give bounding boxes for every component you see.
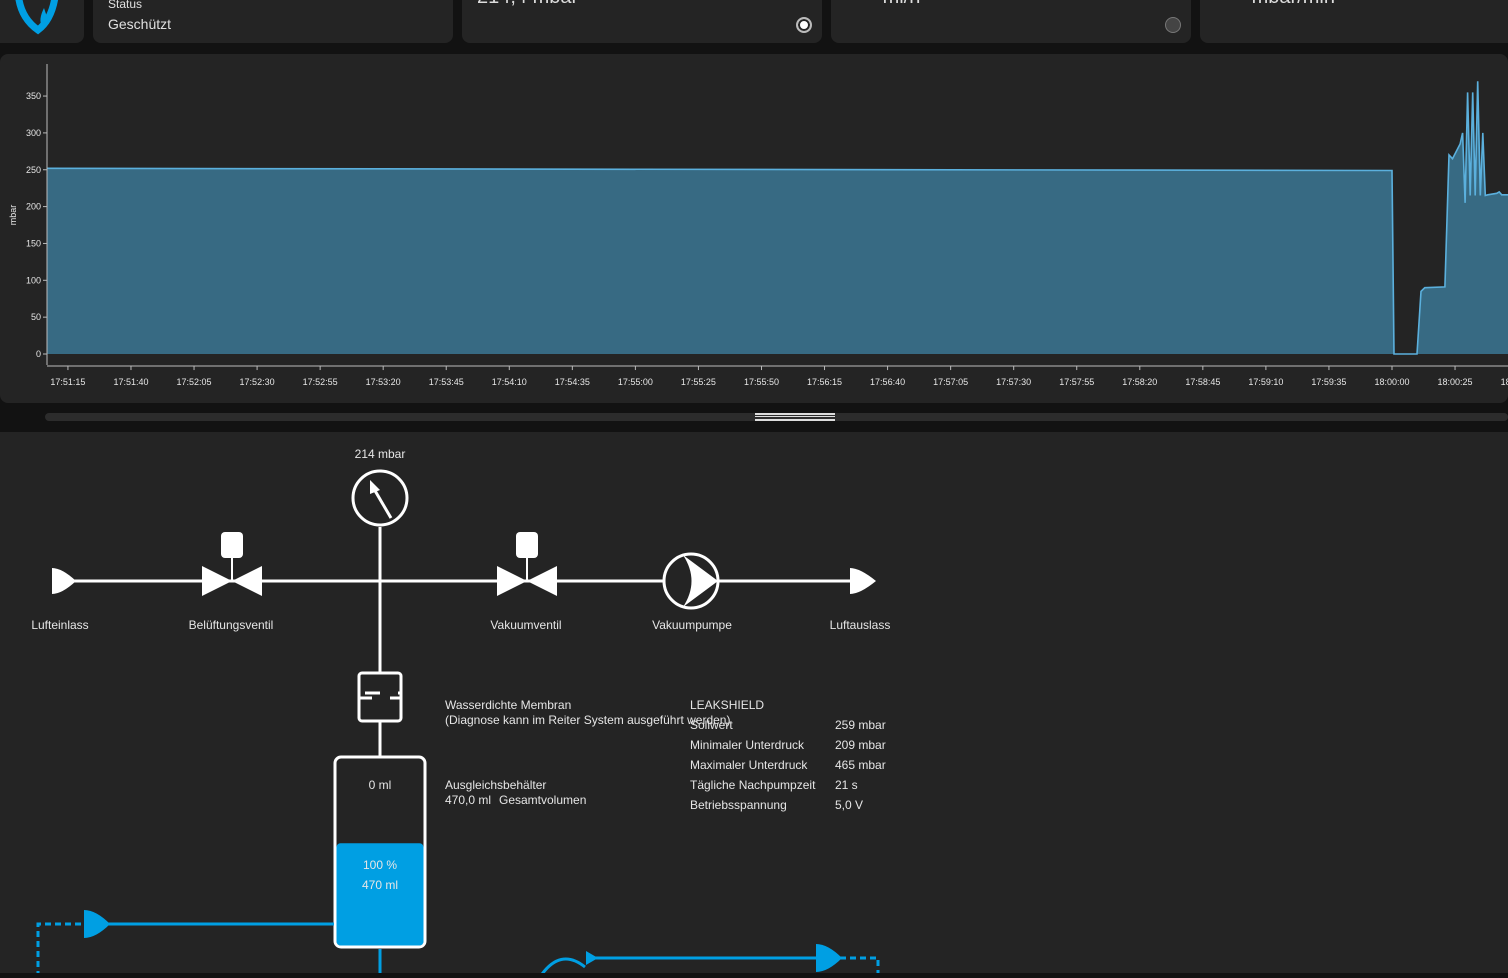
info-row: Betriebsspannung 5,0 V (690, 798, 863, 812)
flow-direction-icon (586, 951, 598, 965)
tank-title: Ausgleichsbehälter (445, 778, 546, 792)
y-tick-label: 0 (36, 349, 41, 359)
y-tick-label: 100 (26, 275, 41, 285)
vent-valve-icon[interactable] (202, 532, 262, 596)
inlet-label: Lufteinlass (31, 618, 88, 632)
inlet-arrow-icon (52, 568, 76, 594)
x-tick-label: 17:56:40 (870, 377, 905, 387)
x-tick-label: 17:53:45 (429, 377, 464, 387)
flow-card[interactable]: - - - ml/h (831, 0, 1191, 43)
x-tick-label: 17:51:40 (113, 377, 148, 387)
tank-empty: 0 ml (369, 778, 392, 792)
vent-valve-label: Belüftungsventil (189, 618, 274, 632)
water-inlet-arrow-icon (84, 910, 110, 938)
x-tick-label: 17:53:20 (366, 377, 401, 387)
x-tick-label: 17:58:45 (1185, 377, 1220, 387)
scrollbar-thumb[interactable] (755, 413, 835, 421)
rate-card[interactable]: - - - mbar/min (1200, 0, 1508, 43)
info-title: LEAKSHIELD (690, 698, 764, 712)
leakshield-logo-icon (15, 0, 59, 35)
membrane-icon (357, 671, 403, 723)
info-value: 209 mbar (835, 738, 886, 752)
y-axis-label: mbar (8, 205, 18, 226)
pump-label: Vakuumpumpe (652, 618, 732, 632)
y-tick-label: 250 (26, 165, 41, 175)
tank-fill: 470 ml (362, 878, 398, 892)
info-label: Sollwert (690, 718, 733, 732)
pressure-chart-panel: mbar 0 50 100 150 200 250 300 350 17:51:15 17:51:… (0, 54, 1508, 403)
x-tick-label: 17:57:30 (996, 377, 1031, 387)
tank-percent: 100 % (363, 858, 397, 872)
y-tick-label: 50 (31, 312, 41, 322)
info-label: Tägliche Nachpumpzeit (690, 778, 816, 792)
y-tick-label: 150 (26, 238, 41, 248)
flow-value: - - - ml/h (846, 0, 920, 9)
x-tick-label: 17:59:10 (1248, 377, 1283, 387)
info-row: Tägliche Nachpumpzeit 21 s (690, 778, 858, 792)
info-value: 259 mbar (835, 718, 886, 732)
tank-volume: 470,0 ml (445, 793, 491, 807)
pressure-chart: mbar 0 50 100 150 200 250 300 350 17:51:15 17:51:… (8, 64, 1508, 387)
tank-volume-label: Gesamtvolumen (499, 793, 586, 807)
x-tick-label: 18:00:00 (1374, 377, 1409, 387)
info-label: Minimaler Unterdruck (690, 738, 805, 752)
info-value: 465 mbar (835, 758, 886, 772)
info-value: 5,0 V (835, 798, 863, 812)
outlet-arrow-icon (850, 568, 876, 594)
x-tick-label: 17:57:55 (1059, 377, 1094, 387)
x-tick-label: 18:00:50 (1501, 377, 1508, 387)
x-tick-label: 17:52:30 (240, 377, 275, 387)
pressure-radio-selected[interactable] (796, 17, 812, 33)
x-tick-label: 17:55:00 (618, 377, 653, 387)
pressure-value: 214,4 mbar (477, 0, 578, 9)
x-tick-label: 17:52:05 (177, 377, 212, 387)
outlet-label: Luftauslass (830, 618, 891, 632)
system-diagram-panel: 214 mbar Lufteinlass Belüftungsventil Va… (0, 432, 1508, 978)
gauge-value: 214 mbar (355, 447, 406, 461)
info-row: Maximaler Unterdruck 465 mbar (690, 758, 886, 772)
chart-scrollbar[interactable] (45, 413, 1508, 421)
x-tick-label: 17:52:55 (303, 377, 338, 387)
y-tick-label: 200 (26, 202, 41, 212)
x-tick-label: 17:56:15 (807, 377, 842, 387)
rate-value: - - - mbar/min (1215, 0, 1335, 9)
membrane-title: Wasserdichte Membran (445, 698, 571, 712)
info-label: Betriebsspannung (690, 798, 787, 812)
vacuum-valve-label: Vakuumventil (490, 618, 561, 632)
x-tick-label: 17:58:20 (1122, 377, 1157, 387)
flow-radio[interactable] (1165, 17, 1181, 33)
water-circuit (36, 922, 880, 978)
logo-card (0, 0, 84, 43)
y-tick-label: 300 (26, 128, 41, 138)
status-label: Status (108, 0, 143, 11)
x-tick-label: 17:54:10 (492, 377, 527, 387)
status-card: Status Geschützt (93, 0, 453, 43)
vacuum-pump-icon[interactable] (662, 552, 720, 610)
membrane-note: (Diagnose kann im Reiter System ausgefüh… (445, 713, 730, 727)
x-tick-label: 17:59:35 (1311, 377, 1346, 387)
water-outlet-arrow-icon (816, 944, 842, 972)
system-diagram: 214 mbar Lufteinlass Belüftungsventil Va… (31, 447, 891, 978)
info-value: 21 s (835, 778, 858, 792)
x-tick-label: 17:55:25 (681, 377, 716, 387)
x-tick-label: 17:55:50 (744, 377, 779, 387)
info-row: Minimaler Unterdruck 209 mbar (690, 738, 886, 752)
vacuum-valve-icon[interactable] (497, 532, 557, 596)
info-label: Maximaler Unterdruck (690, 758, 808, 772)
x-tick-label: 18:00:25 (1438, 377, 1473, 387)
area-fill (47, 81, 1508, 355)
x-tick-label: 17:57:05 (933, 377, 968, 387)
x-tick-label: 17:51:15 (50, 377, 85, 387)
y-tick-label: 350 (26, 91, 41, 101)
pressure-gauge-icon (351, 469, 409, 527)
x-tick-label: 17:54:35 (555, 377, 590, 387)
status-value: Geschützt (108, 16, 172, 32)
pressure-card[interactable]: 214,4 mbar (462, 0, 822, 43)
info-row: Sollwert 259 mbar (690, 718, 886, 732)
